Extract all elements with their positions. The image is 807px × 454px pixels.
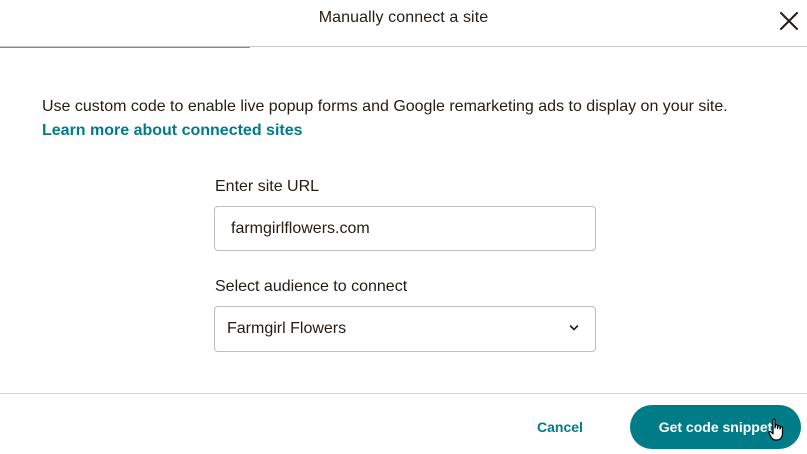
audience-label: Select audience to connect — [215, 278, 408, 295]
close-button[interactable] — [774, 6, 804, 36]
audience-selected-value: Farmgirl Flowers — [227, 320, 347, 337]
scrolled-content-edge — [0, 47, 250, 50]
connect-site-modal: Manually connect a site Use custom code … — [0, 0, 807, 454]
cancel-button[interactable]: Cancel — [530, 416, 590, 438]
modal-title: Manually connect a site — [318, 9, 489, 26]
modal-description: Use custom code to enable live popup for… — [42, 98, 728, 115]
hand-pointer-cursor-icon — [768, 418, 784, 441]
site-url-input[interactable] — [214, 206, 596, 251]
chevron-down-icon — [569, 325, 579, 331]
learn-more-link[interactable]: Learn more about connected sites — [42, 119, 303, 143]
site-url-label: Enter site URL — [215, 178, 320, 195]
audience-select[interactable]: Farmgirl Flowers — [214, 306, 596, 352]
close-icon — [780, 12, 798, 30]
modal-header: Manually connect a site — [0, 0, 807, 47]
